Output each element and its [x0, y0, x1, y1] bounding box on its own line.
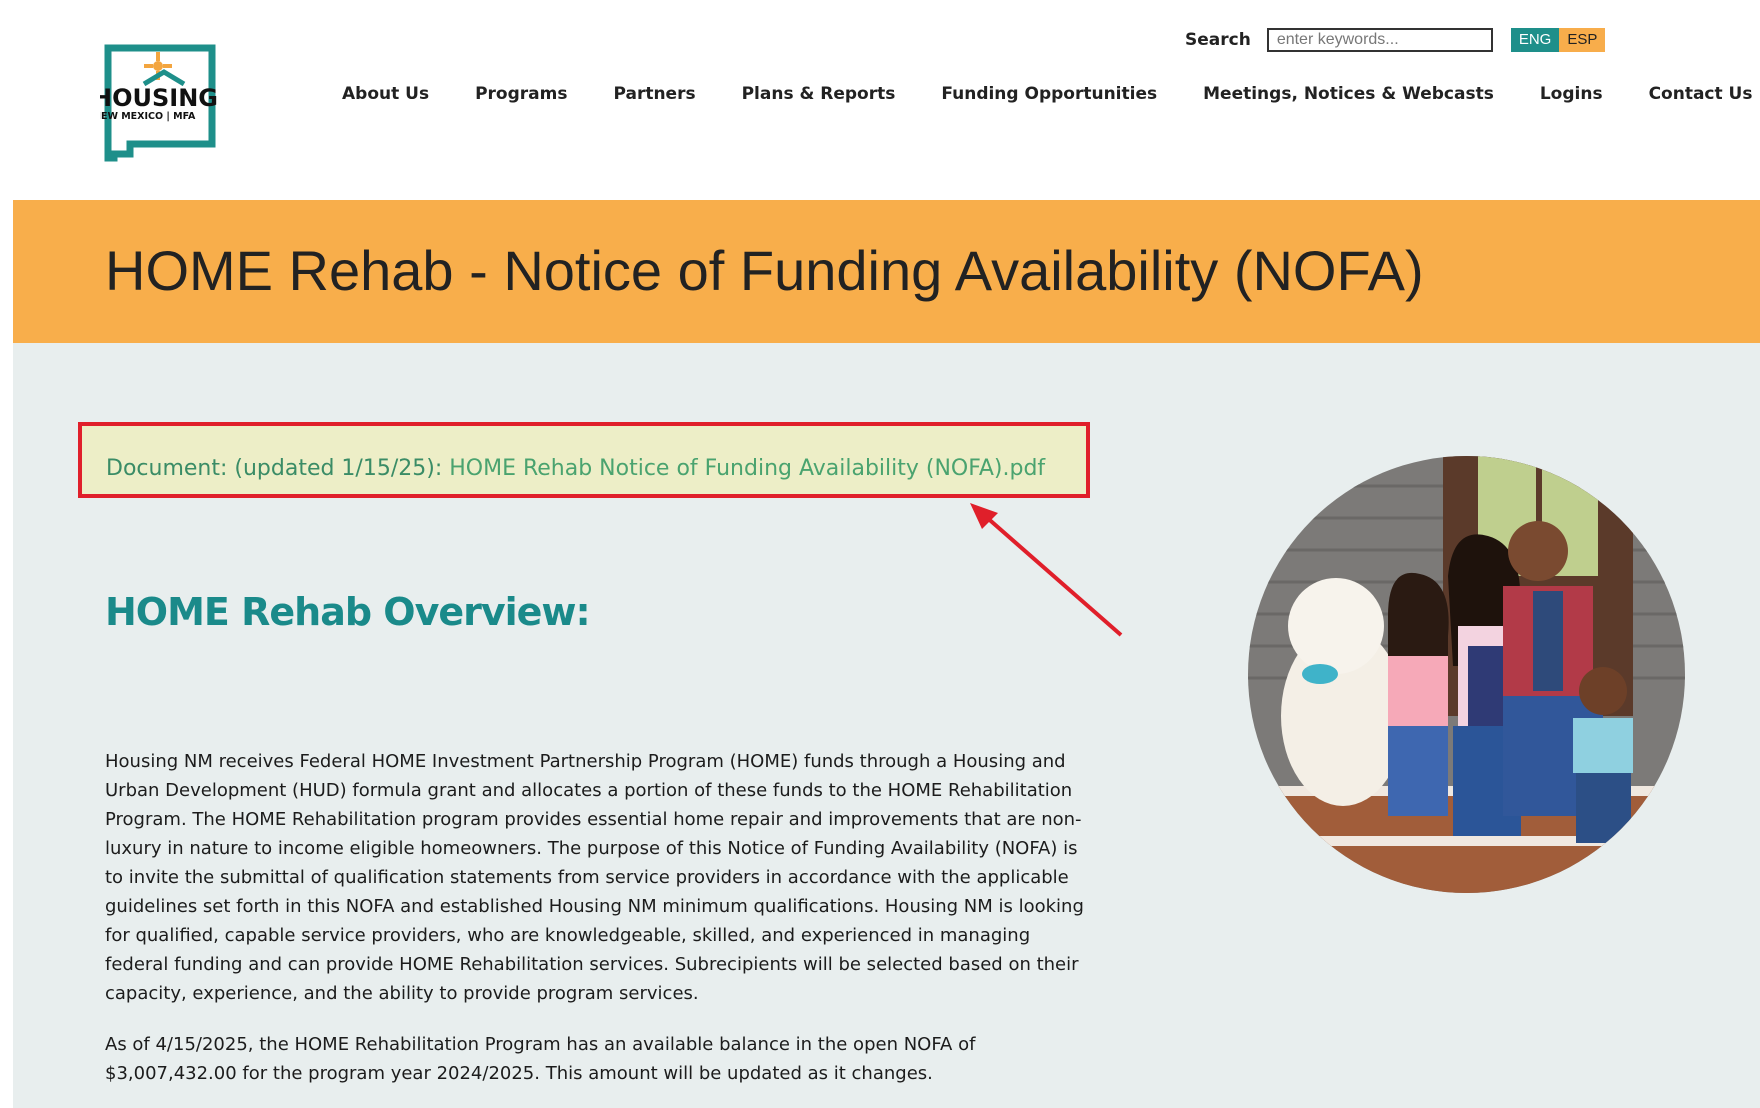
search-input[interactable]	[1266, 28, 1493, 52]
lang-esp-button[interactable]: ESP	[1559, 28, 1606, 52]
overview-paragraph-1: Housing NM receives Federal HOME Investm…	[105, 751, 1084, 1004]
housing-nm-logo[interactable]: HOUSING NEW MEXICO | MFA	[100, 40, 240, 180]
family-photo	[1248, 456, 1685, 893]
nav-programs[interactable]: Programs	[475, 84, 567, 104]
title-banner: HOME Rehab - Notice of Funding Availabil…	[13, 200, 1760, 343]
document-line: Document: (updated 1/15/25): HOME Rehab …	[106, 456, 1045, 481]
language-switcher: ENG ESP	[1510, 28, 1606, 52]
svg-text:NEW MEXICO | MFA: NEW MEXICO | MFA	[100, 111, 196, 122]
document-highlight-box: Document: (updated 1/15/25): HOME Rehab …	[78, 422, 1090, 498]
site-header: HOUSING NEW MEXICO | MFA Search ENG ESP …	[0, 0, 1760, 200]
main-content: Document: (updated 1/15/25): HOME Rehab …	[13, 343, 1760, 1108]
nav-plans-reports[interactable]: Plans & Reports	[742, 84, 896, 104]
document-prefix: Document: (updated 1/15/25):	[106, 456, 450, 481]
main-nav: About Us Programs Partners Plans & Repor…	[342, 84, 1752, 104]
svg-text:HOUSING: HOUSING	[100, 84, 218, 112]
nav-funding-opportunities[interactable]: Funding Opportunities	[941, 84, 1157, 104]
nofa-pdf-link[interactable]: HOME Rehab Notice of Funding Availabilit…	[449, 456, 1045, 481]
nav-logins[interactable]: Logins	[1540, 84, 1603, 104]
annotation-arrow-icon	[970, 503, 1123, 637]
search-area: Search ENG ESP	[1185, 27, 1606, 53]
nav-contact-us[interactable]: Contact Us	[1649, 84, 1753, 104]
search-label: Search	[1185, 30, 1251, 50]
overview-heading: HOME Rehab Overview:	[105, 590, 591, 634]
overview-paragraph-2: As of 4/15/2025, the HOME Rehabilitation…	[105, 1034, 976, 1084]
page-title: HOME Rehab - Notice of Funding Availabil…	[105, 239, 1424, 302]
lang-eng-button[interactable]: ENG	[1510, 28, 1560, 52]
nav-about-us[interactable]: About Us	[342, 84, 429, 104]
nav-partners[interactable]: Partners	[613, 84, 695, 104]
nav-meetings-notices[interactable]: Meetings, Notices & Webcasts	[1203, 84, 1494, 104]
